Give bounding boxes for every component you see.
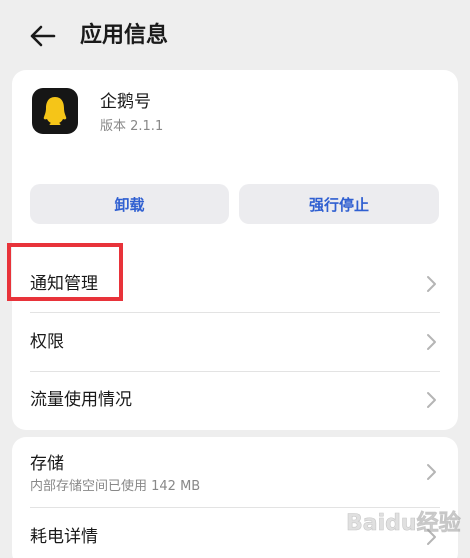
highlight-box bbox=[7, 243, 123, 301]
chevron-right-icon bbox=[427, 392, 436, 408]
app-info-screen: 应用信息 企鹅号 版本 2.1.1 卸载 强行停止 通知管理 权限 流量使用情况… bbox=[0, 0, 470, 558]
back-button[interactable] bbox=[24, 18, 60, 54]
storage-label: 存储 bbox=[30, 454, 64, 474]
force-stop-button[interactable]: 强行停止 bbox=[239, 184, 439, 224]
uninstall-button[interactable]: 卸载 bbox=[30, 184, 229, 224]
header: 应用信息 bbox=[0, 0, 470, 70]
storage-row[interactable]: 存储 内部存储空间已使用 142 MB bbox=[12, 437, 458, 507]
watermark-text: Baidu经验 bbox=[346, 510, 461, 536]
penguin-app-icon bbox=[32, 88, 78, 134]
app-name: 企鹅号 bbox=[100, 92, 151, 112]
baidu-watermark: Baidu经验 bbox=[344, 498, 466, 548]
permissions-label: 权限 bbox=[30, 332, 64, 352]
power-details-label: 耗电详情 bbox=[30, 527, 98, 547]
chevron-right-icon bbox=[427, 464, 436, 480]
app-version: 版本 2.1.1 bbox=[100, 119, 164, 134]
chevron-right-icon bbox=[427, 334, 436, 350]
data-usage-row[interactable]: 流量使用情况 bbox=[12, 372, 458, 430]
permissions-row[interactable]: 权限 bbox=[12, 313, 458, 371]
chevron-right-icon bbox=[427, 276, 436, 292]
page-title: 应用信息 bbox=[80, 23, 169, 48]
data-usage-label: 流量使用情况 bbox=[30, 390, 132, 410]
back-arrow-icon bbox=[30, 25, 56, 47]
storage-detail: 内部存储空间已使用 142 MB bbox=[30, 479, 201, 494]
